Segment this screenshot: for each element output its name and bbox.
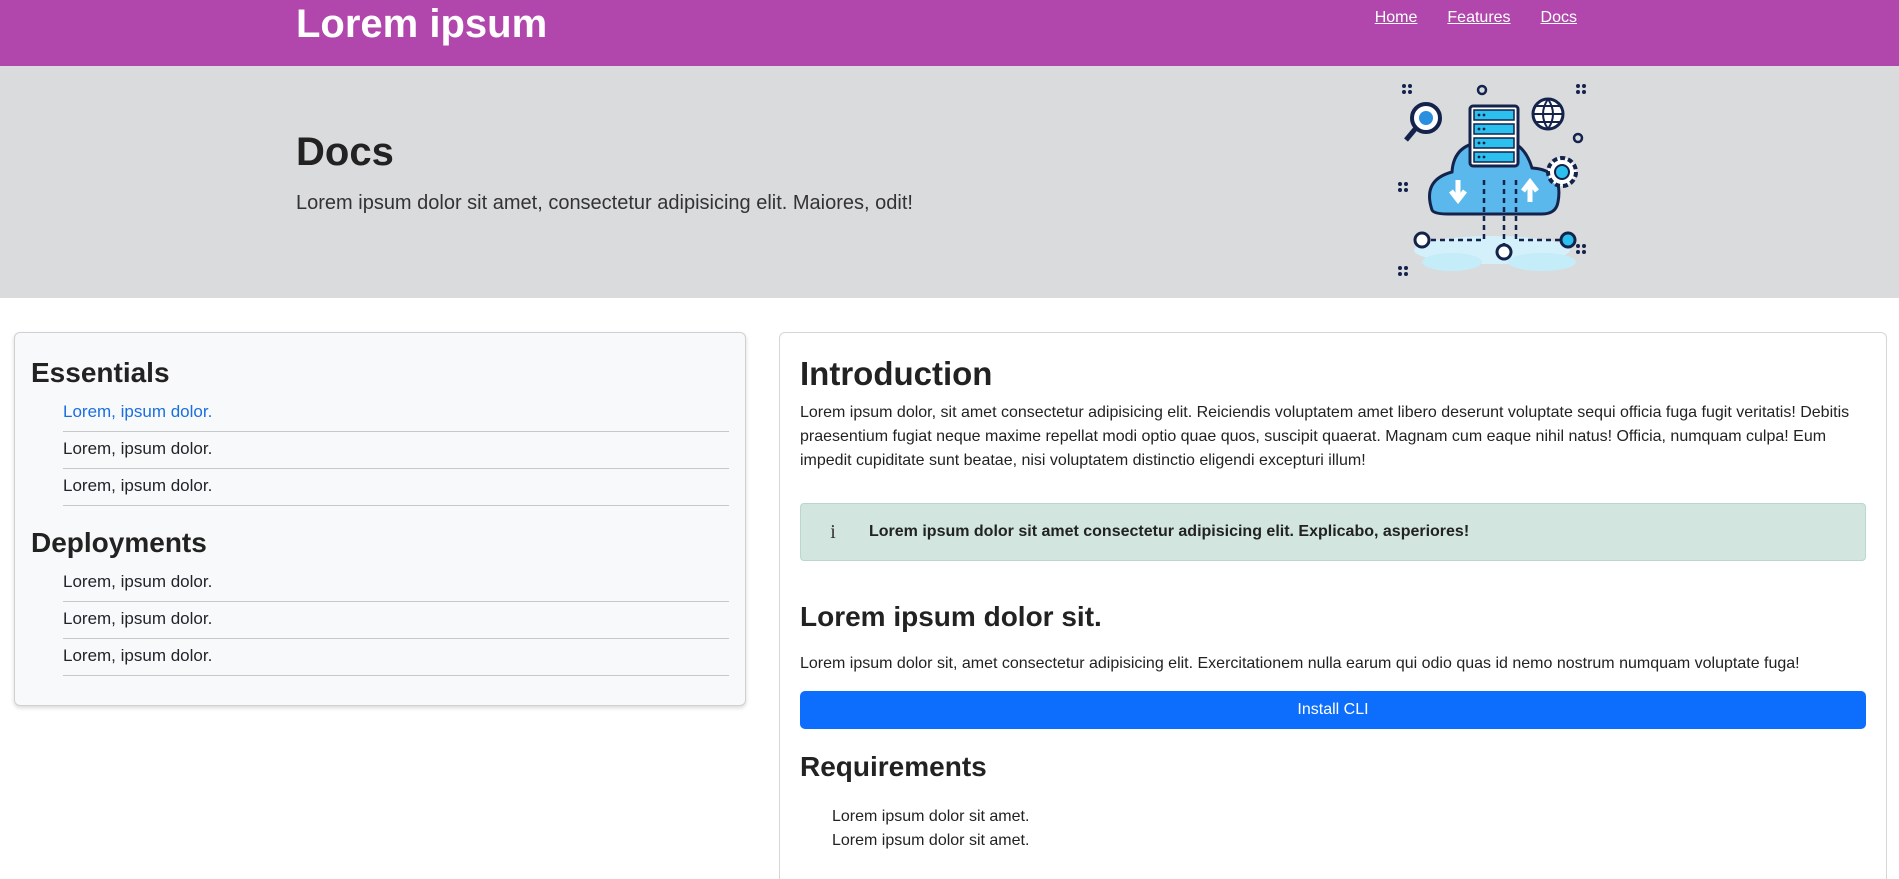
list-item: Lorem ipsum dolor sit amet.	[832, 808, 1030, 825]
nav-link-features[interactable]: Features	[1447, 9, 1510, 27]
sidebar-item[interactable]: Lorem, ipsum dolor.	[63, 602, 729, 639]
sidebar-item[interactable]: Lorem, ipsum dolor.	[63, 469, 729, 506]
top-navbar: Lorem ipsum Home Features Docs	[0, 0, 1899, 66]
section-title-introduction: Introduction	[800, 355, 993, 392]
docs-content: Introduction Lorem ipsum dolor, sit amet…	[779, 332, 1887, 879]
sidebar-heading-deployments: Deployments	[31, 527, 207, 558]
main-nav: Home Features Docs	[1375, 9, 1577, 27]
page-title: Docs	[296, 130, 394, 174]
install-cli-button[interactable]: Install CLI	[800, 691, 1866, 729]
sidebar-item[interactable]: Lorem, ipsum dolor.	[63, 432, 729, 469]
intro-paragraph: Lorem ipsum dolor, sit amet consectetur …	[800, 404, 1850, 469]
nav-link-docs[interactable]: Docs	[1541, 9, 1577, 27]
cloud-server-icon	[1398, 84, 1586, 276]
hero-banner: Docs Lorem ipsum dolor sit amet, consect…	[0, 66, 1899, 298]
list-item: Lorem ipsum dolor sit amet.	[832, 832, 1030, 849]
section-title: Lorem ipsum dolor sit.	[800, 601, 1102, 632]
sidebar-item[interactable]: Lorem, ipsum dolor.	[63, 395, 729, 432]
docs-sidebar: Essentials Lorem, ipsum dolor. Lorem, ip…	[14, 332, 746, 706]
requirements-title: Requirements	[800, 751, 987, 782]
sidebar-list-essentials: Lorem, ipsum dolor. Lorem, ipsum dolor. …	[63, 395, 729, 506]
sidebar-heading-essentials: Essentials	[31, 357, 170, 388]
sidebar-item[interactable]: Lorem, ipsum dolor.	[63, 639, 729, 676]
brand-title[interactable]: Lorem ipsum	[296, 0, 547, 48]
info-alert: i Lorem ipsum dolor sit amet consectetur…	[800, 503, 1866, 561]
requirements-list: Lorem ipsum dolor sit amet. Lorem ipsum …	[832, 805, 1029, 853]
hero-subtitle: Lorem ipsum dolor sit amet, consectetur …	[296, 192, 913, 214]
nav-link-home[interactable]: Home	[1375, 9, 1418, 27]
alert-text: Lorem ipsum dolor sit amet consectetur a…	[869, 523, 1470, 540]
sidebar-item[interactable]: Lorem, ipsum dolor.	[63, 565, 729, 602]
info-icon: i	[830, 520, 836, 543]
section-paragraph: Lorem ipsum dolor sit, amet consectetur …	[800, 655, 1800, 672]
sidebar-list-deployments: Lorem, ipsum dolor. Lorem, ipsum dolor. …	[63, 565, 729, 676]
